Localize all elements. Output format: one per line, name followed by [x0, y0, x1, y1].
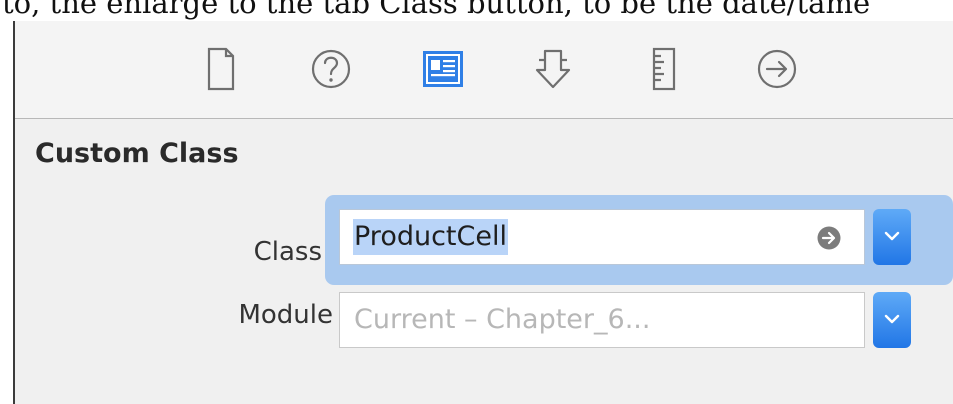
class-value: ProductCell	[353, 219, 508, 255]
class-dropdown-button[interactable]	[873, 209, 911, 265]
class-field-focus-ring: ProductCell	[325, 195, 953, 285]
attributes-icon[interactable]	[527, 43, 579, 95]
arrow-go-icon[interactable]	[816, 225, 842, 251]
module-combo-input[interactable]: Current – Chapter_6...	[339, 292, 865, 348]
inspector-toolbar	[15, 21, 953, 120]
module-placeholder: Current – Chapter_6...	[354, 304, 651, 335]
help-circle-icon[interactable]	[305, 43, 357, 95]
arrow-circle-icon[interactable]	[751, 43, 803, 95]
class-label: Class	[253, 237, 322, 267]
class-combo-input[interactable]: ProductCell	[339, 209, 865, 265]
identity-inspector-panel: Custom Class Class ProductCell Module Cu…	[15, 119, 953, 404]
background-caption: to, the enlarge to the tab Class button,…	[2, 0, 871, 20]
identity-icon[interactable]	[417, 43, 469, 95]
file-icon[interactable]	[195, 43, 247, 95]
chevron-down-icon	[884, 231, 900, 241]
module-label: Module	[238, 300, 333, 330]
screenshot-frame: to, the enlarge to the tab Class button,…	[0, 0, 953, 404]
custom-class-section-title: Custom Class	[35, 138, 239, 169]
ruler-icon[interactable]	[639, 43, 691, 95]
chevron-down-icon	[884, 314, 900, 324]
module-dropdown-button[interactable]	[873, 292, 911, 348]
